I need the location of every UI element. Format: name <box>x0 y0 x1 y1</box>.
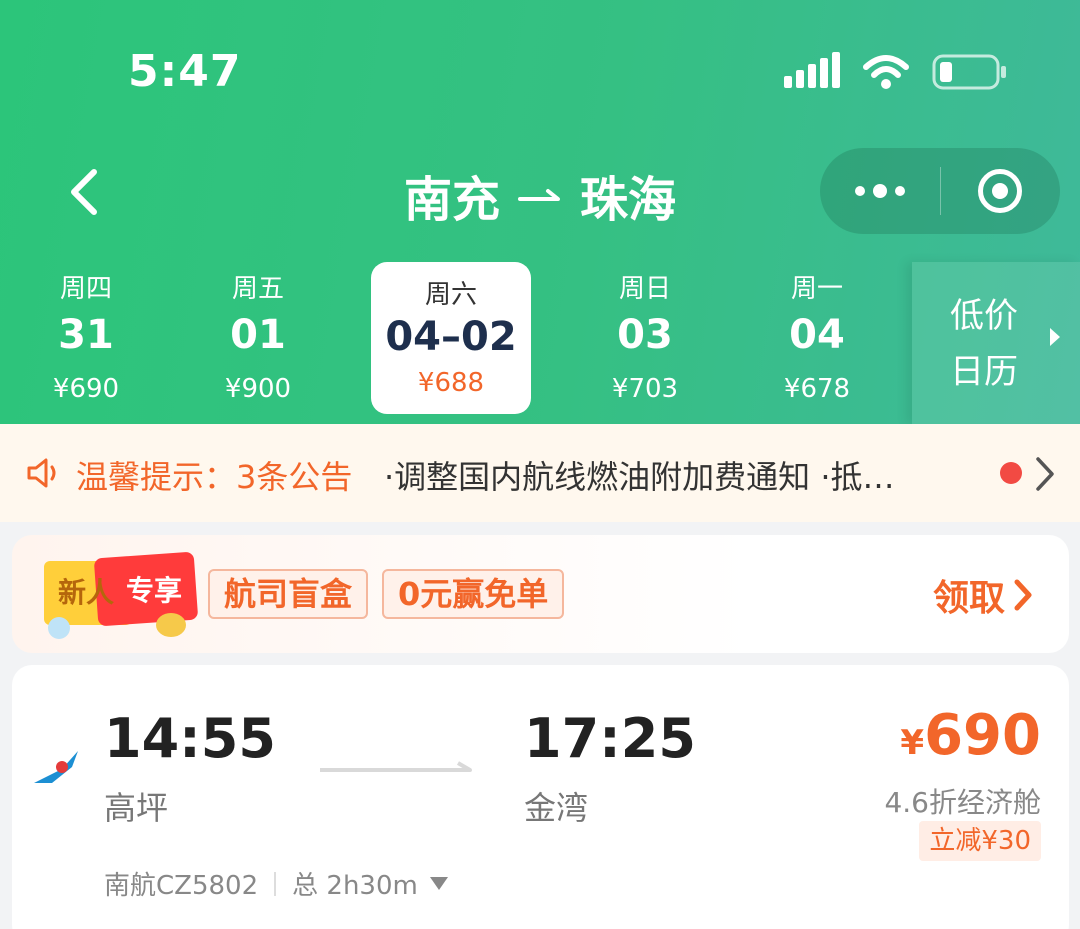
flight-direction-arrow <box>320 761 472 772</box>
airline-logo-icon <box>34 751 78 783</box>
close-miniprogram-button[interactable] <box>941 148 1059 234</box>
badge-right-text: 专享 <box>126 574 183 607</box>
date-tab[interactable]: 周五 01 ¥900 <box>178 262 338 414</box>
back-icon <box>71 169 97 215</box>
date-day: 03 <box>617 312 673 358</box>
more-button[interactable] <box>820 148 940 234</box>
date-day: 04 <box>789 312 845 358</box>
route-arrow-icon <box>518 189 560 201</box>
date-price: ¥678 <box>783 374 851 404</box>
date-tab[interactable]: 周一 04 ¥678 <box>737 262 897 414</box>
low-price-calendar-button[interactable]: 低价 日历 <box>912 262 1080 424</box>
promo-tag: 航司盲盒 <box>208 569 369 619</box>
info-divider <box>274 871 277 896</box>
more-icon <box>855 184 905 198</box>
date-price: ¥690 <box>52 374 120 404</box>
date-weekday: 周四 <box>59 274 112 304</box>
origin-city: 南充 <box>403 172 500 228</box>
departure-time: 14:55 <box>104 707 276 770</box>
notice-bar[interactable]: 温馨提示：3条公告 ·调整国内航线燃油附加费通知 ·抵… <box>0 424 1080 522</box>
badge-left-text: 新人 <box>58 576 115 609</box>
close-mini-icon <box>978 169 1022 213</box>
cabin-class: 4.6折经济舱 <box>884 786 1041 819</box>
back-button[interactable] <box>58 164 108 220</box>
chevron-right-icon <box>1014 579 1032 611</box>
notice-message: ·调整国内航线燃油附加费通知 ·抵… <box>384 458 895 496</box>
date-weekday: 周日 <box>618 274 671 304</box>
chevron-right-icon <box>1036 457 1054 491</box>
low-price-calendar-label: 低价 日历 <box>950 288 1030 400</box>
date-day: 01 <box>230 312 286 358</box>
flight-price: ¥690 <box>900 703 1041 768</box>
low-price-calendar-line2: 日历 <box>950 352 1018 392</box>
date-price: ¥703 <box>611 374 679 404</box>
price-currency: ¥ <box>900 723 925 763</box>
claim-button[interactable]: 领取 <box>933 569 1033 621</box>
claim-label: 领取 <box>932 578 1005 619</box>
caret-right-icon <box>1050 328 1060 346</box>
date-day: 31 <box>58 312 114 358</box>
speaker-icon <box>27 458 56 488</box>
promo-tag: 0元赢免单 <box>382 569 565 619</box>
price-amount: 690 <box>924 703 1041 768</box>
status-time: 5:47 <box>128 46 242 97</box>
date-price: ¥688 <box>417 368 485 398</box>
destination-city: 珠海 <box>580 172 677 228</box>
status-icons <box>784 52 1008 92</box>
flight-duration: 总 2h30m <box>292 871 418 901</box>
date-tab-selected[interactable]: 周六 04–02 ¥688 <box>371 262 531 414</box>
wifi-icon <box>863 55 909 89</box>
arrival-time: 17:25 <box>524 707 696 770</box>
discount-badge: 立减¥30 <box>919 821 1041 861</box>
flight-card[interactable]: 14:55 高坪 17:25 金湾 ¥690 4.6折经济舱 立减¥30 南航C… <box>12 665 1069 929</box>
date-price: ¥900 <box>224 374 292 404</box>
notice-label: 温馨提示：3条公告 <box>76 458 353 496</box>
date-tab[interactable]: 周日 03 ¥703 <box>565 262 725 414</box>
departure-airport: 高坪 <box>104 789 169 827</box>
date-tab[interactable]: 周四 31 ¥690 <box>6 262 166 414</box>
unread-dot <box>1000 462 1022 484</box>
dropdown-triangle-icon <box>429 877 448 890</box>
flight-info[interactable]: 南航CZ5802 总 2h30m <box>104 865 448 902</box>
flight-number: 南航CZ5802 <box>104 871 259 901</box>
date-weekday: 周六 <box>424 280 477 310</box>
arrival-airport: 金湾 <box>524 789 589 827</box>
date-weekday: 周五 <box>231 274 284 304</box>
date-weekday: 周一 <box>790 274 843 304</box>
newcomer-gift-icon: 新人 专享 <box>36 551 199 639</box>
signal-icon <box>784 52 840 88</box>
date-day: 04–02 <box>385 314 517 360</box>
low-price-calendar-line1: 低价 <box>950 296 1018 336</box>
miniprogram-capsule <box>820 148 1060 234</box>
promo-banner[interactable]: 新人 专享 航司盲盒 0元赢免单 领取 <box>12 535 1069 653</box>
header: 5:47 南充 珠海 周四 31 ¥690 周五 01 ¥900 周六 04–0… <box>0 0 1080 424</box>
battery-icon <box>932 54 1006 90</box>
